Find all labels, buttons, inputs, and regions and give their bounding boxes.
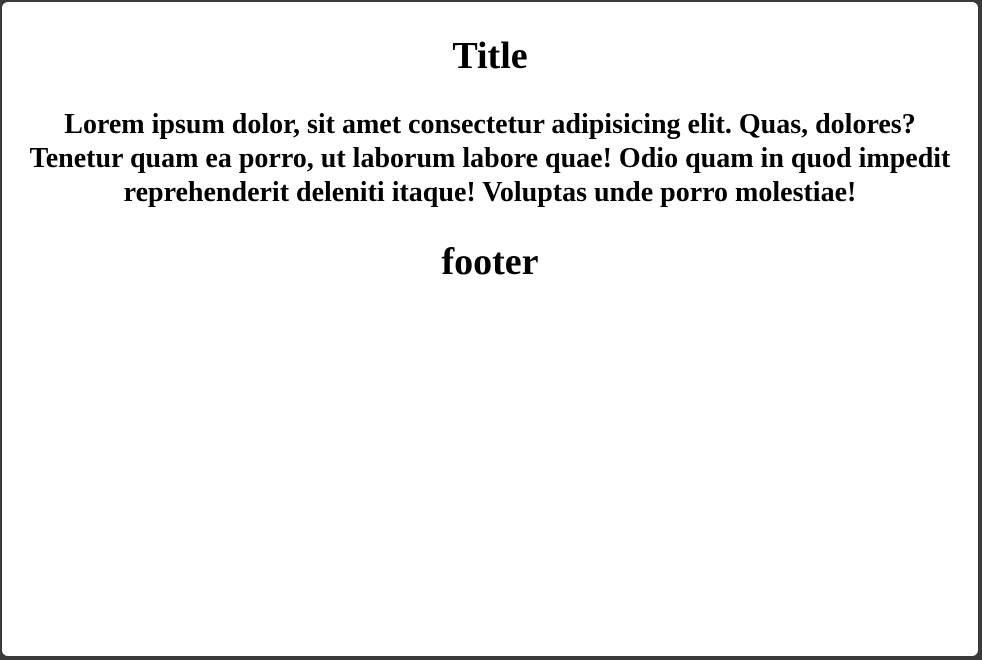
page-frame: Title Lorem ipsum dolor, sit amet consec… bbox=[2, 2, 978, 656]
body-text: Lorem ipsum dolor, sit amet consectetur … bbox=[29, 109, 951, 208]
page-footer: footer bbox=[441, 241, 539, 283]
page-title: Title bbox=[452, 35, 528, 77]
page-content: Title Lorem ipsum dolor, sit amet consec… bbox=[2, 34, 978, 284]
